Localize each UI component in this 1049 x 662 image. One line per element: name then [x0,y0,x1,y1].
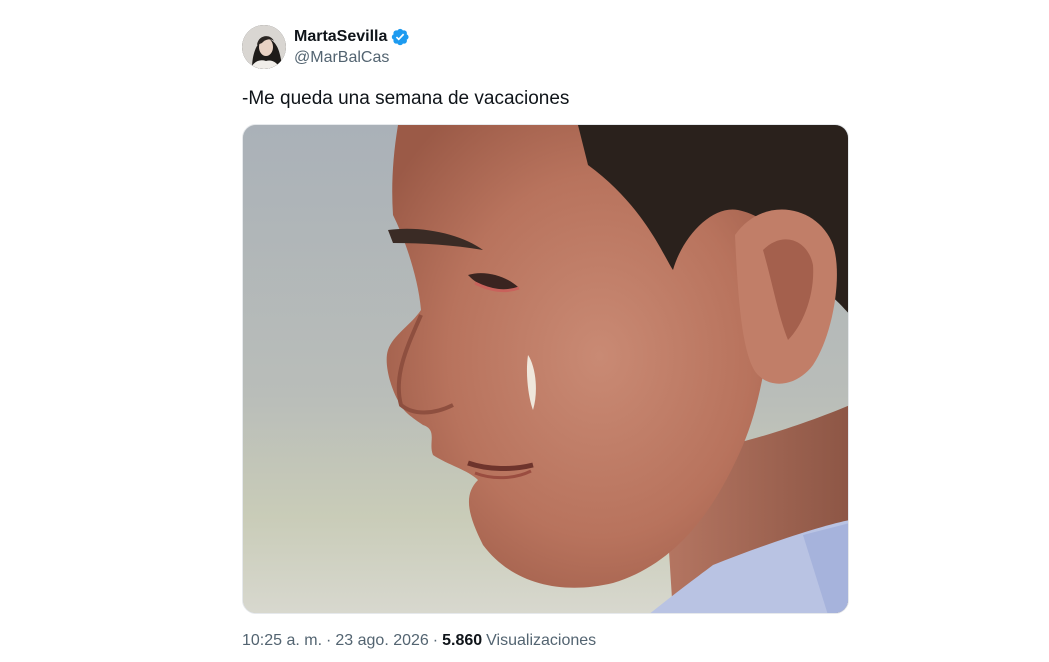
tweet: MartaSevilla @MarBalCas -Me queda una se… [242,24,849,651]
name-row: MartaSevilla [294,26,410,48]
tweet-date-link[interactable]: 23 ago. 2026 [335,632,428,650]
tweet-meta: 10:25 a. m. · 23 ago. 2026 · 5.860 Visua… [242,631,849,651]
photo-icon [243,125,848,613]
avatar-photo-icon [242,25,286,69]
views-count: 5.860 [442,632,483,649]
author-handle[interactable]: @MarBalCas [294,48,410,68]
author-names: MartaSevilla @MarBalCas [294,26,410,68]
avatar[interactable] [242,25,286,69]
tweet-time-link[interactable]: 10:25 a. m. [242,632,322,650]
display-name[interactable]: MartaSevilla [294,28,387,46]
tweet-media-photo[interactable] [242,124,849,614]
meta-separator: · [432,632,439,649]
tweet-header: MartaSevilla @MarBalCas [242,24,849,70]
meta-separator: · [326,632,332,649]
verified-badge-icon[interactable] [390,27,410,47]
tweet-text: -Me queda una semana de vacaciones [242,88,570,109]
views-label: Visualizaciones [486,632,597,649]
